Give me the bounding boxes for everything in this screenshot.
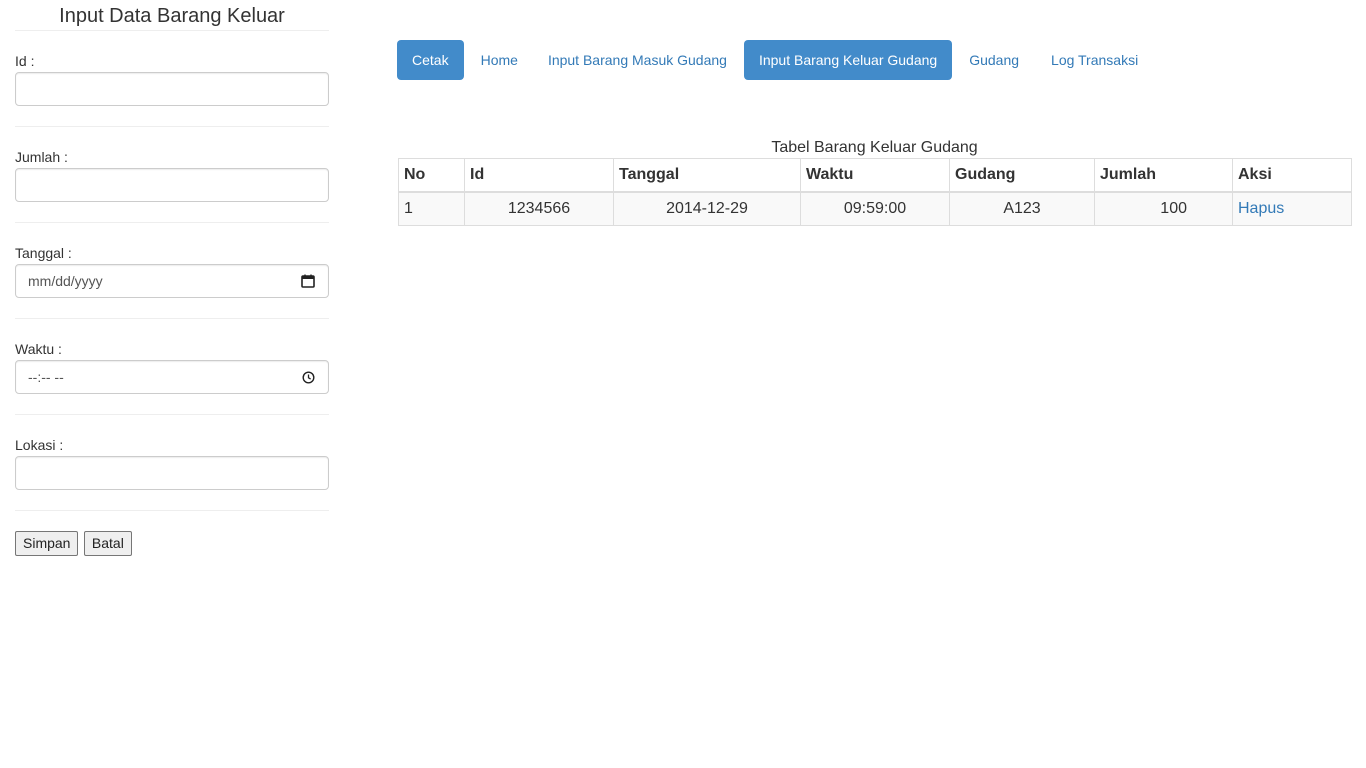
cell-tanggal: 2014-12-29 xyxy=(613,191,801,226)
tanggal-input[interactable]: mm/dd/yyyy xyxy=(15,264,329,298)
waktu-input[interactable]: --:-- -- xyxy=(15,360,329,394)
cell-aksi: Hapus xyxy=(1232,191,1352,226)
simpan-button[interactable]: Simpan xyxy=(15,531,79,556)
id-label: Id : xyxy=(15,53,35,69)
table-row: 1 1234566 2014-12-29 09:59:00 A123 100 H… xyxy=(398,191,1352,226)
tanggal-placeholder: mm/dd/yyyy xyxy=(28,273,103,289)
lokasi-input[interactable] xyxy=(15,456,329,490)
tanggal-label: Tanggal : xyxy=(15,245,72,261)
table-header-row: No Id Tanggal Waktu Gudang Jumlah Aksi xyxy=(398,158,1352,193)
field-id: Id : xyxy=(15,31,329,126)
batal-button[interactable]: Batal xyxy=(83,531,132,556)
col-header-jumlah: Jumlah xyxy=(1094,158,1233,193)
nav-log-transaksi[interactable]: Log Transaksi xyxy=(1036,40,1153,80)
cell-waktu: 09:59:00 xyxy=(800,191,950,226)
table-caption: Tabel Barang Keluar Gudang xyxy=(771,139,978,156)
cell-no: 1 xyxy=(398,191,465,226)
lokasi-label: Lokasi : xyxy=(15,437,64,453)
table-section: Tabel Barang Keluar Gudang No Id Tanggal… xyxy=(398,138,1352,226)
field-jumlah: Jumlah : xyxy=(15,127,329,222)
col-header-aksi: Aksi xyxy=(1232,158,1352,193)
nav-cetak[interactable]: Cetak xyxy=(397,40,464,80)
hapus-link[interactable]: Hapus xyxy=(1238,200,1284,217)
nav-home[interactable]: Home xyxy=(466,40,533,80)
waktu-label: Waktu : xyxy=(15,341,62,357)
input-form: Input Data Barang Keluar Id : Jumlah : T… xyxy=(15,0,329,556)
calendar-icon[interactable] xyxy=(300,273,316,289)
col-header-no: No xyxy=(398,158,465,193)
nav-pills: Cetak Home Input Barang Masuk Gudang Inp… xyxy=(397,40,1155,80)
waktu-placeholder: --:-- -- xyxy=(28,369,64,385)
col-header-waktu: Waktu xyxy=(800,158,950,193)
field-waktu: Waktu : --:-- -- xyxy=(15,319,329,414)
jumlah-input[interactable] xyxy=(15,168,329,202)
form-buttons: Simpan Batal xyxy=(15,511,329,556)
col-header-tanggal: Tanggal xyxy=(613,158,801,193)
clock-icon[interactable] xyxy=(300,369,316,385)
nav-input-barang-keluar[interactable]: Input Barang Keluar Gudang xyxy=(743,40,953,80)
nav-input-barang-masuk[interactable]: Input Barang Masuk Gudang xyxy=(533,40,742,80)
field-tanggal: Tanggal : mm/dd/yyyy xyxy=(15,223,329,318)
field-lokasi: Lokasi : xyxy=(15,415,329,510)
cell-jumlah: 100 xyxy=(1094,191,1233,226)
col-header-id: Id xyxy=(464,158,614,193)
barang-keluar-table: No Id Tanggal Waktu Gudang Jumlah Aksi 1… xyxy=(398,158,1352,226)
col-header-gudang: Gudang xyxy=(949,158,1095,193)
cell-id: 1234566 xyxy=(464,191,614,226)
jumlah-label: Jumlah : xyxy=(15,149,68,165)
cell-gudang: A123 xyxy=(949,191,1095,226)
nav-gudang[interactable]: Gudang xyxy=(954,40,1034,80)
id-input[interactable] xyxy=(15,72,329,106)
form-title: Input Data Barang Keluar xyxy=(59,5,285,27)
